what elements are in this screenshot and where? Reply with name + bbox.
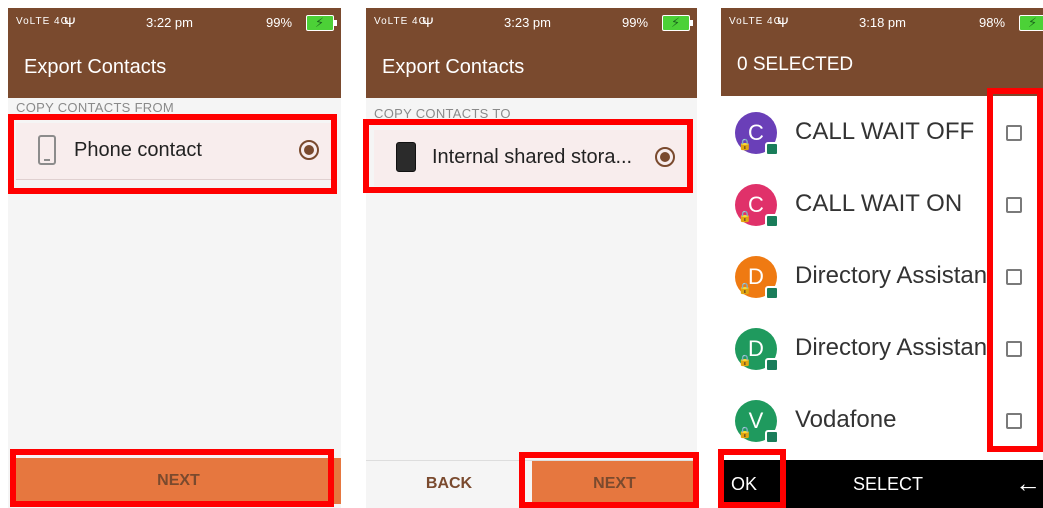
usb-icon: Ψ — [64, 14, 76, 30]
battery-percent: 99% — [266, 15, 293, 30]
lock-icon: 🔒 — [738, 211, 752, 223]
storage-icon — [396, 142, 416, 172]
contact-name: Directory Assistance — [795, 262, 991, 289]
status-time: 3:22 pm — [146, 15, 193, 30]
phone-icon — [38, 135, 56, 165]
lock-icon: 🔒 — [738, 355, 752, 367]
page-title: Export Contacts — [24, 56, 167, 78]
sim-badge-icon — [765, 430, 779, 444]
contact-name: Directory Assistance — [795, 334, 991, 361]
app-bar: Export Contacts — [8, 38, 341, 98]
section-label: COPY CONTACTS FROM — [16, 100, 175, 114]
export-from-screen: VoLTE 4G Ψ 3:22 pm 99% ⚡ Export Contacts… — [8, 8, 341, 508]
contact-checkbox[interactable] — [1006, 269, 1022, 285]
radio-selected[interactable] — [299, 140, 319, 160]
contact-name: Vodafone — [795, 406, 897, 433]
lock-icon: 🔒 — [738, 427, 752, 439]
status-bar: VoLTE 4G Ψ 3:22 pm 99% ⚡ — [8, 8, 341, 38]
section-label: COPY CONTACTS TO — [374, 106, 511, 120]
sim-badge-icon — [765, 286, 779, 300]
select-contacts-screen: VoLTE 4G Ψ 3:18 pm 98% ⚡ 0 SELECTED 🔒 C C… — [721, 8, 1043, 508]
status-bar: VoLTE 4G Ψ 3:23 pm 99% ⚡ — [366, 8, 697, 38]
page-title: 0 SELECTED — [737, 54, 854, 75]
ok-softkey[interactable]: OK — [731, 474, 757, 495]
next-button[interactable]: NEXT — [16, 458, 341, 504]
usb-icon: Ψ — [422, 14, 434, 30]
radio-selected[interactable] — [655, 147, 675, 167]
contact-avatar: 🔒 D — [735, 328, 779, 372]
contact-avatar: 🔒 C — [735, 184, 779, 228]
contact-item[interactable]: 🔒 D Directory Assistance — [721, 312, 1043, 384]
battery-percent: 98% — [979, 15, 1006, 30]
signal-icon: VoLTE 4G — [729, 16, 783, 27]
option-label: Internal shared stora... — [432, 146, 633, 168]
page-title: Export Contacts — [382, 56, 525, 78]
status-time: 3:18 pm — [859, 15, 906, 30]
option-label: Phone contact — [74, 139, 202, 161]
contact-checkbox[interactable] — [1006, 413, 1022, 429]
next-button[interactable]: NEXT — [532, 461, 697, 507]
sim-badge-icon — [765, 214, 779, 228]
usb-icon: Ψ — [777, 14, 789, 30]
contact-checkbox[interactable] — [1006, 341, 1022, 357]
softkey-bar: OK SELECT ← — [721, 460, 1043, 508]
back-button[interactable]: BACK — [374, 461, 524, 507]
status-bar: VoLTE 4G Ψ 3:18 pm 98% ⚡ — [721, 8, 1043, 38]
contact-item[interactable]: 🔒 C CALL WAIT OFF — [721, 96, 1043, 168]
contact-avatar: 🔒 D — [735, 256, 779, 300]
app-bar: Export Contacts — [366, 38, 697, 98]
app-bar: 0 SELECTED — [721, 38, 1043, 96]
contact-checkbox[interactable] — [1006, 125, 1022, 141]
select-softkey[interactable]: SELECT — [853, 474, 923, 495]
sim-badge-icon — [765, 358, 779, 372]
contact-avatar: 🔒 C — [735, 112, 779, 156]
contact-item[interactable]: 🔒 V Vodafone — [721, 384, 1043, 456]
battery-icon: ⚡ — [1019, 15, 1043, 31]
lock-icon: 🔒 — [738, 139, 752, 151]
battery-icon: ⚡ — [662, 15, 693, 31]
lock-icon: 🔒 — [738, 283, 752, 295]
contact-checkbox[interactable] — [1006, 197, 1022, 213]
status-time: 3:23 pm — [504, 15, 551, 30]
contact-item[interactable]: 🔒 D Directory Assistance — [721, 240, 1043, 312]
back-arrow-icon[interactable]: ← — [1015, 468, 1041, 499]
battery-icon: ⚡ — [306, 15, 337, 31]
signal-icon: VoLTE 4G — [16, 16, 70, 27]
destination-option-internal-storage[interactable]: Internal shared stora... — [374, 130, 689, 186]
contact-name: CALL WAIT OFF — [795, 118, 975, 145]
battery-percent: 99% — [622, 15, 649, 30]
sim-badge-icon — [765, 142, 779, 156]
signal-icon: VoLTE 4G — [374, 16, 428, 27]
export-to-screen: VoLTE 4G Ψ 3:23 pm 99% ⚡ Export Contacts… — [366, 8, 697, 508]
divider — [16, 179, 333, 180]
contact-avatar: 🔒 V — [735, 400, 779, 444]
contact-name: CALL WAIT ON — [795, 190, 963, 217]
contact-item[interactable]: 🔒 C CALL WAIT ON — [721, 168, 1043, 240]
source-option-phone-contact[interactable]: Phone contact — [16, 123, 333, 179]
